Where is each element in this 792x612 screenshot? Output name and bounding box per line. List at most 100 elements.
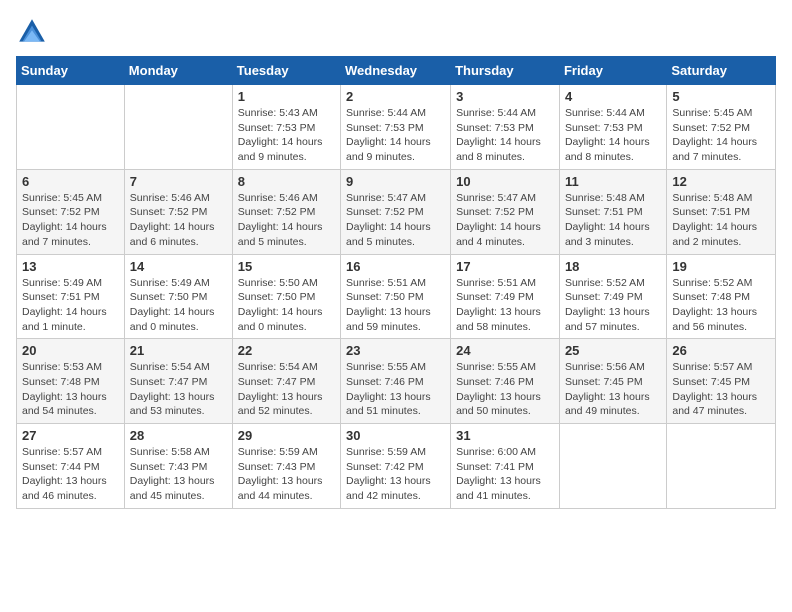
week-row-2: 6 Sunrise: 5:45 AMSunset: 7:52 PMDaylight… bbox=[17, 169, 776, 254]
header-monday: Monday bbox=[124, 57, 232, 85]
day-info: Sunrise: 5:59 AMSunset: 7:43 PMDaylight:… bbox=[238, 445, 335, 504]
day-info: Sunrise: 5:59 AMSunset: 7:42 PMDaylight:… bbox=[346, 445, 445, 504]
day-cell: 12 Sunrise: 5:48 AMSunset: 7:51 PMDayligh… bbox=[667, 169, 776, 254]
day-cell: 19Sunrise: 5:52 AMSunset: 7:48 PMDayligh… bbox=[667, 254, 776, 339]
logo bbox=[16, 16, 52, 48]
day-info: Sunrise: 5:48 AMSunset: 7:51 PMDaylight:… bbox=[672, 191, 770, 250]
day-cell: 17Sunrise: 5:51 AMSunset: 7:49 PMDayligh… bbox=[451, 254, 560, 339]
day-cell: 16Sunrise: 5:51 AMSunset: 7:50 PMDayligh… bbox=[341, 254, 451, 339]
day-info: Sunrise: 5:53 AMSunset: 7:48 PMDaylight:… bbox=[22, 360, 119, 419]
header-sunday: Sunday bbox=[17, 57, 125, 85]
day-cell: 24Sunrise: 5:55 AMSunset: 7:46 PMDayligh… bbox=[451, 339, 560, 424]
day-cell: 18 Sunrise: 5:52 AMSunset: 7:49 PMDayligh… bbox=[559, 254, 666, 339]
day-cell: 21 Sunrise: 5:54 AMSunset: 7:47 PMDayligh… bbox=[124, 339, 232, 424]
day-info: Sunrise: 5:55 AMSunset: 7:46 PMDaylight:… bbox=[346, 360, 445, 419]
day-info: Sunrise: 5:57 AMSunset: 7:45 PMDaylight:… bbox=[672, 360, 770, 419]
day-cell: 30 Sunrise: 5:59 AMSunset: 7:42 PMDayligh… bbox=[341, 424, 451, 509]
day-number: 20 bbox=[22, 343, 119, 358]
day-number: 8 bbox=[238, 174, 335, 189]
day-info: Sunrise: 5:55 AMSunset: 7:46 PMDaylight:… bbox=[456, 360, 554, 419]
header-saturday: Saturday bbox=[667, 57, 776, 85]
day-cell: 13 Sunrise: 5:49 AMSunset: 7:51 PMDayligh… bbox=[17, 254, 125, 339]
header-row: Sunday Monday Tuesday Wednesday Thursday… bbox=[17, 57, 776, 85]
day-cell: 3 Sunrise: 5:44 AMSunset: 7:53 PMDaylight… bbox=[451, 85, 560, 170]
day-info: Sunrise: 5:48 AMSunset: 7:51 PMDaylight:… bbox=[565, 191, 661, 250]
day-cell: 7 Sunrise: 5:46 AMSunset: 7:52 PMDaylight… bbox=[124, 169, 232, 254]
calendar-header: Sunday Monday Tuesday Wednesday Thursday… bbox=[17, 57, 776, 85]
day-info: Sunrise: 5:45 AMSunset: 7:52 PMDaylight:… bbox=[672, 106, 770, 165]
day-number: 15 bbox=[238, 259, 335, 274]
header-thursday: Thursday bbox=[451, 57, 560, 85]
day-info: Sunrise: 5:44 AMSunset: 7:53 PMDaylight:… bbox=[456, 106, 554, 165]
day-info: Sunrise: 5:45 AMSunset: 7:52 PMDaylight:… bbox=[22, 191, 119, 250]
week-row-4: 20 Sunrise: 5:53 AMSunset: 7:48 PMDayligh… bbox=[17, 339, 776, 424]
calendar-body: 1 Sunrise: 5:43 AMSunset: 7:53 PMDaylight… bbox=[17, 85, 776, 509]
day-number: 14 bbox=[130, 259, 227, 274]
day-number: 27 bbox=[22, 428, 119, 443]
day-number: 21 bbox=[130, 343, 227, 358]
day-cell: 5Sunrise: 5:45 AMSunset: 7:52 PMDaylight… bbox=[667, 85, 776, 170]
day-number: 28 bbox=[130, 428, 227, 443]
day-number: 4 bbox=[565, 89, 661, 104]
day-cell: 6 Sunrise: 5:45 AMSunset: 7:52 PMDaylight… bbox=[17, 169, 125, 254]
day-cell: 9 Sunrise: 5:47 AMSunset: 7:52 PMDaylight… bbox=[341, 169, 451, 254]
day-info: Sunrise: 5:46 AMSunset: 7:52 PMDaylight:… bbox=[238, 191, 335, 250]
day-cell bbox=[124, 85, 232, 170]
day-cell: 4 Sunrise: 5:44 AMSunset: 7:53 PMDaylight… bbox=[559, 85, 666, 170]
day-info: Sunrise: 5:54 AMSunset: 7:47 PMDaylight:… bbox=[238, 360, 335, 419]
day-info: Sunrise: 5:46 AMSunset: 7:52 PMDaylight:… bbox=[130, 191, 227, 250]
day-number: 29 bbox=[238, 428, 335, 443]
day-info: Sunrise: 5:47 AMSunset: 7:52 PMDaylight:… bbox=[456, 191, 554, 250]
day-cell bbox=[17, 85, 125, 170]
day-info: Sunrise: 5:43 AMSunset: 7:53 PMDaylight:… bbox=[238, 106, 335, 165]
day-number: 1 bbox=[238, 89, 335, 104]
day-info: Sunrise: 5:56 AMSunset: 7:45 PMDaylight:… bbox=[565, 360, 661, 419]
day-info: Sunrise: 5:49 AMSunset: 7:50 PMDaylight:… bbox=[130, 276, 227, 335]
day-info: Sunrise: 5:49 AMSunset: 7:51 PMDaylight:… bbox=[22, 276, 119, 335]
day-number: 10 bbox=[456, 174, 554, 189]
day-number: 25 bbox=[565, 343, 661, 358]
day-info: Sunrise: 5:57 AMSunset: 7:44 PMDaylight:… bbox=[22, 445, 119, 504]
day-cell: 15Sunrise: 5:50 AMSunset: 7:50 PMDayligh… bbox=[232, 254, 340, 339]
day-number: 22 bbox=[238, 343, 335, 358]
day-cell: 1 Sunrise: 5:43 AMSunset: 7:53 PMDaylight… bbox=[232, 85, 340, 170]
day-info: Sunrise: 5:44 AMSunset: 7:53 PMDaylight:… bbox=[346, 106, 445, 165]
day-cell: 31Sunrise: 6:00 AMSunset: 7:41 PMDayligh… bbox=[451, 424, 560, 509]
day-info: Sunrise: 5:52 AMSunset: 7:49 PMDaylight:… bbox=[565, 276, 661, 335]
day-cell: 20 Sunrise: 5:53 AMSunset: 7:48 PMDayligh… bbox=[17, 339, 125, 424]
week-row-3: 13 Sunrise: 5:49 AMSunset: 7:51 PMDayligh… bbox=[17, 254, 776, 339]
logo-icon bbox=[16, 16, 48, 48]
day-number: 6 bbox=[22, 174, 119, 189]
day-cell: 8 Sunrise: 5:46 AMSunset: 7:52 PMDaylight… bbox=[232, 169, 340, 254]
day-number: 11 bbox=[565, 174, 661, 189]
day-cell bbox=[667, 424, 776, 509]
day-number: 7 bbox=[130, 174, 227, 189]
day-info: Sunrise: 5:47 AMSunset: 7:52 PMDaylight:… bbox=[346, 191, 445, 250]
day-info: Sunrise: 5:51 AMSunset: 7:50 PMDaylight:… bbox=[346, 276, 445, 335]
page-header bbox=[16, 16, 776, 48]
day-number: 13 bbox=[22, 259, 119, 274]
day-number: 30 bbox=[346, 428, 445, 443]
day-cell: 27 Sunrise: 5:57 AMSunset: 7:44 PMDayligh… bbox=[17, 424, 125, 509]
day-cell: 25 Sunrise: 5:56 AMSunset: 7:45 PMDayligh… bbox=[559, 339, 666, 424]
day-info: Sunrise: 5:54 AMSunset: 7:47 PMDaylight:… bbox=[130, 360, 227, 419]
day-number: 9 bbox=[346, 174, 445, 189]
header-friday: Friday bbox=[559, 57, 666, 85]
day-info: Sunrise: 5:44 AMSunset: 7:53 PMDaylight:… bbox=[565, 106, 661, 165]
day-number: 23 bbox=[346, 343, 445, 358]
day-number: 18 bbox=[565, 259, 661, 274]
day-cell: 11 Sunrise: 5:48 AMSunset: 7:51 PMDayligh… bbox=[559, 169, 666, 254]
day-cell bbox=[559, 424, 666, 509]
day-cell: 22 Sunrise: 5:54 AMSunset: 7:47 PMDayligh… bbox=[232, 339, 340, 424]
day-cell: 28Sunrise: 5:58 AMSunset: 7:43 PMDayligh… bbox=[124, 424, 232, 509]
day-cell: 26Sunrise: 5:57 AMSunset: 7:45 PMDayligh… bbox=[667, 339, 776, 424]
day-number: 3 bbox=[456, 89, 554, 104]
day-cell: 2Sunrise: 5:44 AMSunset: 7:53 PMDaylight… bbox=[341, 85, 451, 170]
day-cell: 14 Sunrise: 5:49 AMSunset: 7:50 PMDayligh… bbox=[124, 254, 232, 339]
day-number: 12 bbox=[672, 174, 770, 189]
day-info: Sunrise: 5:52 AMSunset: 7:48 PMDaylight:… bbox=[672, 276, 770, 335]
week-row-5: 27 Sunrise: 5:57 AMSunset: 7:44 PMDayligh… bbox=[17, 424, 776, 509]
day-number: 31 bbox=[456, 428, 554, 443]
header-tuesday: Tuesday bbox=[232, 57, 340, 85]
day-cell: 10 Sunrise: 5:47 AMSunset: 7:52 PMDayligh… bbox=[451, 169, 560, 254]
